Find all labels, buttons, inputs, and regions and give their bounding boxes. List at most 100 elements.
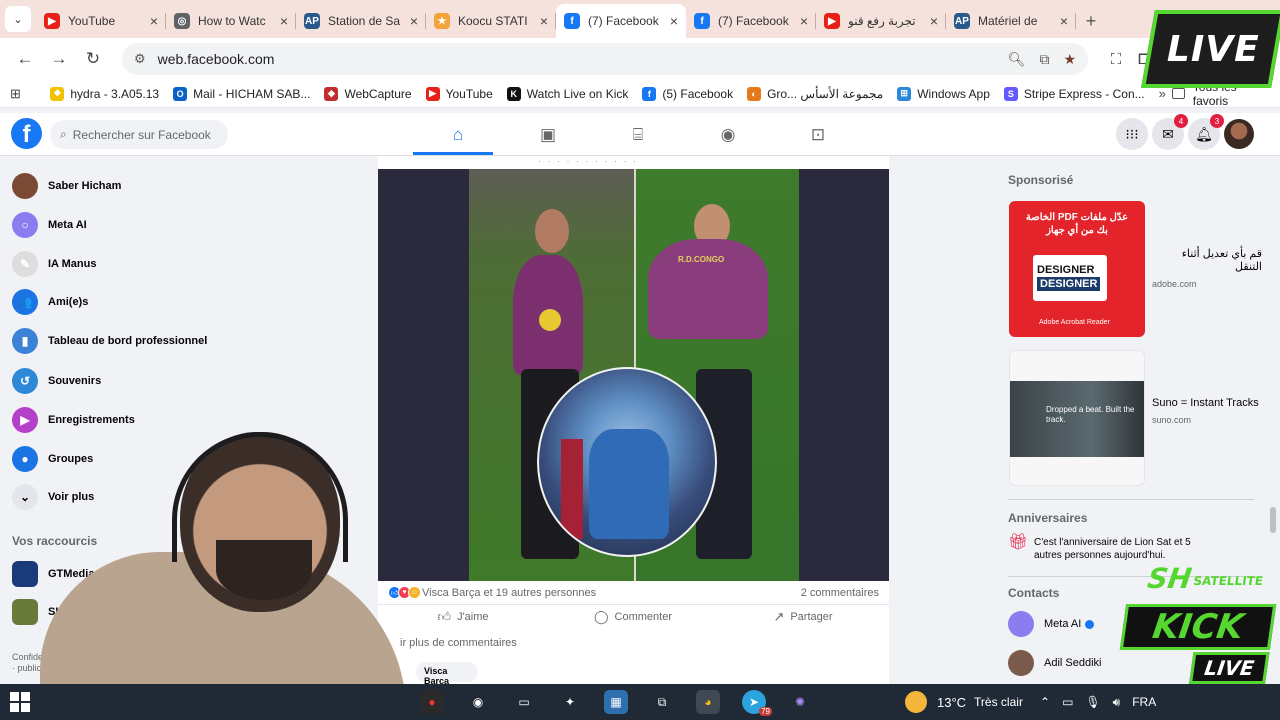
bookmark-star-icon[interactable]: ★ (1063, 51, 1076, 68)
close-tab-icon[interactable]: × (150, 13, 158, 29)
bookmark-label: Watch Live on Kick (526, 86, 629, 101)
ad-caption: Dropped a beat. Built the track. (1046, 405, 1135, 424)
close-tab-icon[interactable]: × (670, 13, 678, 29)
facebook-logo[interactable]: f (11, 118, 42, 149)
video-tab[interactable]: ▣ (503, 113, 593, 156)
reactions-text[interactable]: Visca Barça et 19 autres personnes (422, 587, 596, 599)
share-button[interactable]: ↗ Partager (718, 609, 888, 625)
bookmark-label: Gro... مجموعة الأسأس (767, 86, 884, 101)
back-button[interactable]: ← (8, 42, 42, 76)
browser-tab[interactable]: ◎ How to Watc × (166, 4, 296, 38)
close-tab-icon[interactable]: × (540, 13, 548, 29)
taskbar-app-telegram[interactable]: ➤ 79 (742, 690, 772, 716)
ad-image-suno[interactable]: Dropped a beat. Built the track. (1009, 350, 1145, 486)
chevron-up-icon[interactable]: ⌃ (1040, 695, 1050, 709)
gaming-tab[interactable]: ⊡ (773, 113, 863, 156)
comment-author[interactable]: Visca Barça (416, 662, 478, 686)
taskbar-app-tool[interactable]: ✦ (558, 690, 582, 714)
browser-tab[interactable]: f (7) Facebook × (686, 4, 816, 38)
close-tab-icon[interactable]: × (410, 13, 418, 29)
taskbar-app-calculator[interactable]: ▦ (604, 690, 628, 714)
view-more-comments[interactable]: ir plus de commentaires (400, 637, 517, 649)
ad-headline: Suno = Instant Tracks (1152, 397, 1259, 409)
tab-separator (1075, 13, 1076, 29)
menu-button[interactable]: ⁝⁝⁝ (1116, 118, 1148, 150)
sidebar-item[interactable]: ✎ IA Manus (12, 251, 97, 277)
bookmark-favicon-icon: K (506, 86, 521, 101)
bookmark-item[interactable]: S Stripe Express - Con... (1003, 86, 1145, 101)
screenshot-icon[interactable]: ⛶ (1102, 51, 1130, 68)
bookmark-item[interactable]: ◐ Gro... مجموعة الأسأس (747, 86, 884, 101)
post-image[interactable]: R.D.CONGO (378, 169, 889, 581)
sidebar-item[interactable]: ○ Meta AI (12, 212, 87, 238)
contact-item[interactable]: Adil Seddiki (1008, 650, 1101, 676)
weather-description: Très clair (974, 695, 1023, 709)
marketplace-tab[interactable]: ⌸ (593, 113, 683, 156)
reload-button[interactable]: ↻ (76, 42, 110, 76)
sidebar-item-icon: ⌄ (12, 484, 38, 510)
comments-count[interactable]: 2 commentaires (801, 587, 879, 599)
bookmark-item[interactable]: ❖ hydra - 3.A05.13 (50, 86, 159, 101)
windows-start-button[interactable] (10, 692, 30, 712)
bookmark-item[interactable]: f (5) Facebook (642, 86, 733, 101)
close-tab-icon[interactable]: × (1060, 13, 1068, 29)
sidebar-item-label: Ami(e)s (48, 296, 89, 308)
facebook-main-nav: ⌂ ▣ ⌸ ◉ ⊡ (413, 113, 863, 156)
groups-tab[interactable]: ◉ (683, 113, 773, 156)
messenger-button[interactable]: ✉ 4 (1152, 114, 1188, 150)
tab-title: تجربة رفع قنو (848, 14, 916, 28)
browser-tab[interactable]: AP Station de Sa × (296, 4, 426, 38)
language-indicator[interactable]: FRA (1132, 695, 1156, 709)
notifications-button[interactable]: 🔔︎ 3 (1188, 114, 1224, 150)
bookmark-item[interactable]: O Mail - HICHAM SAB... (173, 86, 310, 101)
facebook-search-input[interactable]: ⌕ Rechercher sur Facebook (50, 120, 228, 149)
taskbar-app-camera[interactable]: ◉ (466, 690, 490, 714)
tab-title: (7) Facebook (588, 14, 659, 28)
browser-tab[interactable]: ▶ تجربة رفع قنو × (816, 4, 946, 38)
browser-tab[interactable]: ▶ YouTube × (36, 4, 166, 38)
tab-search-button[interactable]: ⌄ (0, 0, 36, 38)
forward-button[interactable]: → (42, 42, 76, 76)
profile-avatar[interactable] (1224, 119, 1254, 149)
ad-image-adobe[interactable]: عدّل ملفات PDF الخاصة بك من أي جهاز DESI… (1009, 201, 1145, 337)
close-tab-icon[interactable]: × (280, 13, 288, 29)
sidebar-item[interactable]: Saber Hicham (12, 173, 121, 199)
close-tab-icon[interactable]: × (930, 13, 938, 29)
taskbar-app-satellite[interactable]: ✺ (788, 690, 812, 714)
apps-grid-icon[interactable]: ⊞ (10, 86, 28, 102)
weather-widget[interactable]: 13°C Très clair (905, 684, 1023, 720)
display-icon[interactable]: ▭ (1062, 695, 1073, 709)
comment-button[interactable]: ◯ Commenter (548, 609, 718, 625)
site-info-icon[interactable]: ⚙ (134, 51, 146, 67)
zoom-icon[interactable]: 🔍︎ (1008, 51, 1026, 68)
kick-live-text: LIVE (1189, 652, 1270, 684)
bookmark-item[interactable]: ▶ YouTube (425, 86, 493, 101)
new-tab-button[interactable]: + (1076, 4, 1106, 38)
microphone-icon[interactable]: 🎙︎ (1085, 695, 1100, 709)
ad-text-adobe[interactable]: قم بأي تعديل أثناء التنقل adobe.com (1152, 248, 1262, 291)
bookmark-item[interactable]: ⊞ Windows App (897, 86, 990, 101)
bookmark-item[interactable]: ◆ WebCapture (324, 86, 412, 101)
sidebar-item[interactable]: ▶ Enregistrements (12, 407, 135, 433)
close-tab-icon[interactable]: × (800, 13, 808, 29)
taskbar-app-recorder[interactable]: ● (420, 690, 444, 714)
contact-item[interactable]: Meta AI (1008, 611, 1095, 637)
ad-text-suno[interactable]: Suno = Instant Tracks suno.com (1152, 397, 1262, 427)
taskbar-app-network[interactable]: ⧉ (650, 690, 674, 714)
sidebar-item-icon: ▶ (12, 407, 38, 433)
taskbar-app-chrome[interactable]: ◕ (696, 690, 720, 714)
address-bar[interactable]: ⚙ web.facebook.com 🔍︎ ⧉ ★ (122, 43, 1088, 75)
sidebar-item[interactable]: ▮ Tableau de bord professionnel (12, 328, 207, 354)
browser-tab[interactable]: ★ Koocu STATI × (426, 4, 556, 38)
page-scrollbar[interactable] (1270, 507, 1276, 533)
volume-icon[interactable]: 🔊︎ (1113, 695, 1121, 710)
home-tab[interactable]: ⌂ (413, 113, 503, 156)
taskbar-app-laptop[interactable]: ▭ (512, 690, 536, 714)
bookmark-item[interactable]: K Watch Live on Kick (506, 86, 629, 101)
sidebar-item[interactable]: 👥 Ami(e)s (12, 289, 88, 315)
install-app-icon[interactable]: ⧉ (1039, 51, 1049, 68)
browser-tab[interactable]: f (7) Facebook × (556, 4, 686, 38)
sidebar-item[interactable]: ↺ Souvenirs (12, 368, 101, 394)
bookmarks-overflow-button[interactable]: » (1159, 86, 1166, 101)
browser-tab[interactable]: AP Matériel de × (946, 4, 1076, 38)
